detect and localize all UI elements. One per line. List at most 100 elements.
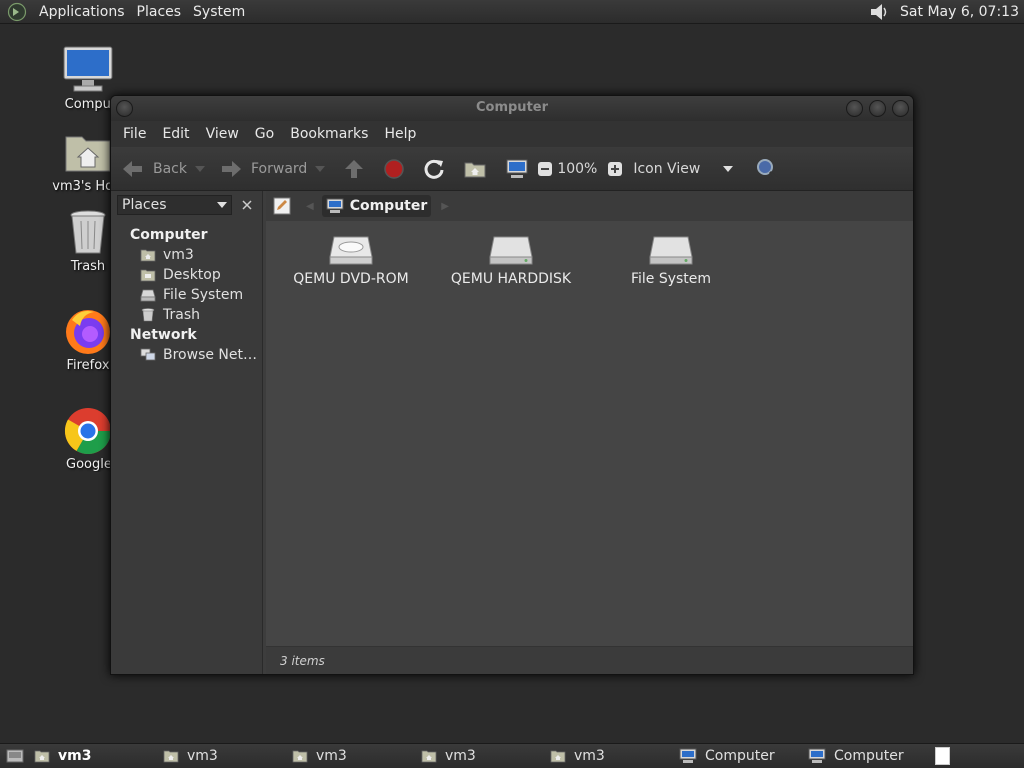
taskbar-item-label: vm3: [316, 748, 347, 764]
sidebar-item-label: vm3: [163, 247, 194, 263]
close-button[interactable]: [892, 100, 909, 117]
content-area: ◀ Computer ▶ QEMU DVD-ROM QEMU HARDDISK …: [266, 191, 913, 674]
chevron-down-icon: [723, 165, 734, 172]
taskbar-item-label: vm3: [445, 748, 476, 764]
taskbar-item-vm3[interactable]: vm3: [413, 744, 542, 768]
file-item-harddisk[interactable]: QEMU HARDDISK: [436, 235, 586, 287]
trash-icon: [141, 308, 155, 322]
computer-icon: [326, 198, 344, 213]
home-folder-icon: [464, 162, 486, 177]
crumb-left-arrow-icon[interactable]: ◀: [306, 201, 314, 212]
sidebar: Places Computer vm3 Desktop File System …: [111, 191, 263, 674]
menu-view[interactable]: View: [198, 126, 247, 142]
stop-button[interactable]: [383, 158, 405, 180]
up-button[interactable]: [343, 158, 365, 180]
sidebar-item-desktop[interactable]: Desktop: [111, 265, 262, 285]
applications-menu[interactable]: Applications: [33, 0, 131, 24]
home-folder-icon: [140, 249, 156, 262]
close-icon: [242, 200, 252, 210]
home-folder-icon: [163, 750, 179, 763]
trash-icon: [70, 210, 106, 254]
zoom-in-icon: [608, 161, 623, 176]
breadcrumb-computer[interactable]: Computer: [321, 195, 432, 217]
back-arrow-icon: [123, 160, 142, 177]
file-item-file-system[interactable]: File System: [596, 235, 746, 287]
back-button[interactable]: Back: [121, 159, 205, 179]
window-titlebar[interactable]: Computer: [111, 96, 913, 121]
sidebar-item-vm3[interactable]: vm3: [111, 245, 262, 265]
sidebar-item-label: Desktop: [163, 267, 221, 283]
top-panel: Applications Places System Sat May 6, 07…: [0, 0, 1024, 24]
taskbar-item-vm3[interactable]: vm3: [155, 744, 284, 768]
toolbar: Back Forward 100% Icon View: [111, 147, 913, 191]
maximize-button[interactable]: [869, 100, 886, 117]
show-desktop-icon: [6, 749, 24, 763]
menu-go[interactable]: Go: [247, 126, 282, 142]
sidebar-section-computer: Computer: [130, 227, 208, 243]
edit-location-icon[interactable]: [272, 196, 292, 216]
file-manager-window: Computer File Edit View Go Bookmarks Hel…: [110, 95, 914, 675]
zoom-in-button[interactable]: [607, 161, 623, 177]
sidebar-item-label: Trash: [163, 307, 200, 323]
close-sidebar-button[interactable]: [238, 196, 256, 214]
file-icon-grid: QEMU DVD-ROM QEMU HARDDISK File System: [266, 221, 913, 651]
window-body: Places Computer vm3 Desktop File System …: [111, 191, 913, 674]
firefox-icon: [66, 310, 110, 354]
hard-disk-icon: [649, 236, 693, 265]
stop-icon: [384, 158, 405, 179]
sidebar-item-trash[interactable]: Trash: [111, 305, 262, 325]
forward-button[interactable]: Forward: [219, 159, 326, 179]
clock[interactable]: Sat May 6, 07:13: [900, 4, 1019, 20]
sidebar-mode-value: Places: [122, 197, 167, 213]
sidebar-mode-select[interactable]: Places: [117, 195, 232, 215]
computer-button[interactable]: [505, 158, 529, 180]
menu-edit[interactable]: Edit: [154, 126, 197, 142]
network-icon: [140, 348, 156, 361]
status-bar: 3 items: [266, 646, 913, 674]
sidebar-item-label: File System: [163, 287, 244, 303]
taskbar-item-computer[interactable]: Computer: [800, 744, 929, 768]
sidebar-header: Places: [111, 191, 262, 219]
zoom-out-button[interactable]: [537, 161, 553, 177]
menu-file[interactable]: File: [115, 126, 154, 142]
search-button[interactable]: [755, 157, 779, 181]
view-mode-select[interactable]: Icon View: [631, 160, 734, 177]
file-item-dvd-rom[interactable]: QEMU DVD-ROM: [276, 235, 426, 287]
computer-icon: [506, 159, 528, 178]
menu-help[interactable]: Help: [376, 126, 424, 142]
menu-bookmarks[interactable]: Bookmarks: [282, 126, 376, 142]
distro-logo-icon[interactable]: [7, 2, 27, 22]
reload-icon: [424, 159, 444, 179]
taskbar-item-vm3[interactable]: vm3: [26, 744, 155, 768]
show-desktop-button[interactable]: [4, 744, 26, 768]
home-button[interactable]: [463, 159, 487, 179]
crumb-right-arrow-icon[interactable]: ▶: [441, 201, 449, 212]
sidebar-section-network: Network: [130, 327, 197, 343]
taskbar-item-vm3[interactable]: vm3: [284, 744, 413, 768]
places-menu[interactable]: Places: [131, 0, 188, 24]
file-item-label: File System: [630, 271, 712, 287]
computer-icon: [679, 748, 697, 763]
up-arrow-icon: [345, 159, 364, 178]
sidebar-item-file-system[interactable]: File System: [111, 285, 262, 305]
zoom-out-icon: [538, 161, 553, 176]
minimize-button[interactable]: [846, 100, 863, 117]
computer-icon: [808, 748, 826, 763]
view-mode-value: Icon View: [633, 160, 701, 177]
home-folder-icon: [65, 136, 111, 172]
file-item-label: QEMU HARDDISK: [450, 271, 572, 287]
system-menu[interactable]: System: [187, 0, 251, 24]
volume-icon[interactable]: [868, 2, 890, 22]
status-text: 3 items: [280, 653, 325, 668]
workspace-switcher[interactable]: [935, 747, 950, 765]
reload-button[interactable]: [423, 158, 445, 180]
sidebar-item-browse-network[interactable]: Browse Net…: [111, 345, 262, 365]
taskbar-item-vm3[interactable]: vm3: [542, 744, 671, 768]
forward-label: Forward: [251, 160, 308, 177]
forward-history-chevron-icon[interactable]: [315, 165, 326, 173]
taskbar-item-label: vm3: [574, 748, 605, 764]
window-title: Computer: [475, 100, 549, 115]
breadcrumb-label: Computer: [349, 198, 428, 214]
back-history-chevron-icon[interactable]: [195, 165, 205, 173]
taskbar-item-computer[interactable]: Computer: [671, 744, 800, 768]
